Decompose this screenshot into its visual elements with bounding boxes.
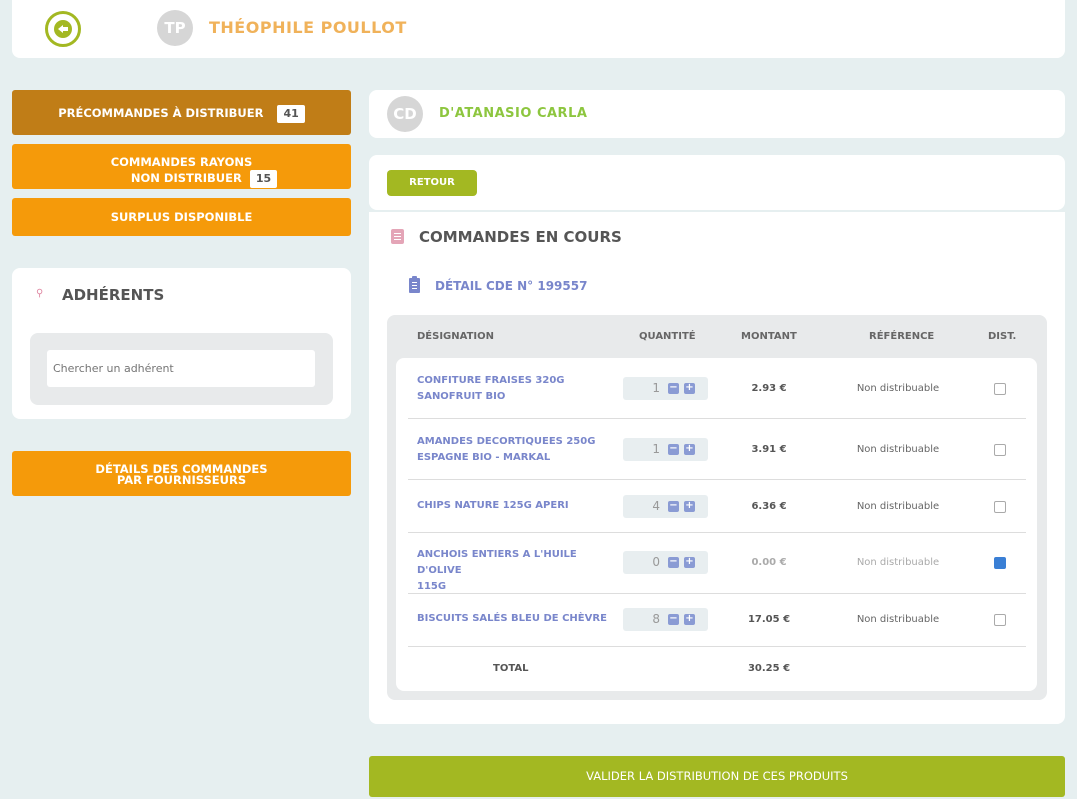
table-row: CONFITURE FRAISES 320G SANOFRUIT BIO 1 − … (408, 358, 1026, 419)
minus-icon[interactable]: − (668, 444, 679, 455)
amount: 2.93 € (751, 383, 787, 394)
quantity-stepper: 1 − + (623, 377, 708, 400)
commandes-rayons-button[interactable]: COMMANDES RAYONS NON DISTRIBUER 15 (12, 144, 351, 189)
retour-button[interactable]: RETOUR (387, 170, 477, 196)
quantity-stepper: 8 − + (623, 608, 708, 631)
rayons-label-line2: NON DISTRIBUER (130, 171, 242, 185)
adherent-search-input[interactable] (47, 350, 315, 387)
surplus-label: SURPLUS DISPONIBLE (110, 210, 253, 224)
amount: 0.00 € (751, 557, 787, 568)
order-table-body: CONFITURE FRAISES 320G SANOFRUIT BIO 1 − … (396, 358, 1037, 691)
product-name[interactable]: AMANDES DECORTIQUEES 250G ESPAGNE BIO - M… (417, 434, 597, 466)
details-line2: PAR FOURNISSEURS (116, 473, 247, 487)
validate-distribution-button[interactable]: VALIDER LA DISTRIBUTION DE CES PRODUITS (369, 756, 1065, 797)
clipboard-icon (409, 276, 420, 293)
row-divider (408, 646, 1026, 647)
table-row: ANCHOIS ENTIERS A L'HUILE D'OLIVE 115G 0 … (408, 533, 1026, 594)
user-avatar: TP (157, 10, 193, 46)
product-name[interactable]: CHIPS NATURE 125G APERI (417, 498, 597, 514)
reference: Non distribuable (856, 383, 940, 394)
table-row: BISCUITS SALÉS BLEU DE CHÈVRE 8 − + 17.0… (408, 594, 1026, 647)
user-name: THÉOPHILE POULLOT (209, 18, 407, 37)
amount: 17.05 € (747, 614, 791, 625)
member-avatar: CD (387, 96, 423, 132)
dist-checkbox[interactable] (994, 501, 1006, 513)
plus-icon[interactable]: + (684, 614, 695, 625)
quantity-value[interactable]: 0 (623, 555, 660, 569)
minus-icon[interactable]: − (668, 557, 679, 568)
quantity-value[interactable]: 1 (623, 442, 660, 456)
rayons-count-badge: 15 (249, 170, 278, 188)
plus-icon[interactable]: + (684, 557, 695, 568)
dist-checkbox[interactable] (994, 383, 1006, 395)
amount: 3.91 € (751, 444, 787, 455)
reference: Non distribuable (856, 444, 940, 455)
document-icon (391, 229, 404, 244)
orders-title: COMMANDES EN COURS (419, 228, 622, 246)
minus-icon[interactable]: − (668, 501, 679, 512)
retour-panel: RETOUR (369, 155, 1065, 210)
reference: Non distribuable (856, 557, 940, 568)
order-table: DÉSIGNATION QUANTITÉ MONTANT RÉFÉRENCE D… (387, 315, 1047, 700)
plus-icon[interactable]: + (684, 444, 695, 455)
column-header-montant: MONTANT (741, 331, 797, 342)
total-value: 30.25 € (747, 663, 791, 674)
total-label: TOTAL (493, 663, 529, 674)
minus-icon[interactable]: − (668, 614, 679, 625)
adherent-search-box (30, 333, 333, 405)
precommandes-count-badge: 41 (277, 105, 305, 123)
reference: Non distribuable (856, 614, 940, 625)
surplus-button[interactable]: SURPLUS DISPONIBLE (12, 198, 351, 236)
quantity-stepper: 1 − + (623, 438, 708, 461)
minus-icon[interactable]: − (668, 383, 679, 394)
column-header-designation: DÉSIGNATION (417, 331, 495, 342)
details-fournisseurs-button[interactable]: DÉTAILS DES COMMANDES PAR FOURNISSEURS (12, 451, 351, 496)
plus-icon[interactable]: + (684, 383, 695, 394)
table-row: AMANDES DECORTIQUEES 250G ESPAGNE BIO - M… (408, 419, 1026, 480)
precommandes-label: PRÉCOMMANDES À DISTRIBUER (58, 106, 264, 120)
search-icon: ⚲ (36, 288, 44, 299)
back-arrow-icon[interactable] (45, 11, 81, 47)
rayons-label-line1: COMMANDES RAYONS (110, 155, 253, 169)
order-detail-title: DÉTAIL CDE N° 199557 (435, 279, 588, 293)
reference: Non distribuable (856, 501, 940, 512)
dist-checkbox-checked[interactable] (994, 557, 1006, 569)
plus-icon[interactable]: + (684, 501, 695, 512)
quantity-stepper: 0 − + (623, 551, 708, 574)
dist-checkbox[interactable] (994, 444, 1006, 456)
column-header-dist: DIST. (988, 331, 1017, 342)
product-name[interactable]: BISCUITS SALÉS BLEU DE CHÈVRE (417, 611, 617, 627)
quantity-value[interactable]: 8 (623, 612, 660, 626)
quantity-stepper: 4 − + (623, 495, 708, 518)
member-card: CD D'ATANASIO CARLA (369, 90, 1065, 138)
precommandes-button[interactable]: PRÉCOMMANDES À DISTRIBUER 41 (12, 90, 351, 135)
product-name[interactable]: ANCHOIS ENTIERS A L'HUILE D'OLIVE 115G (417, 547, 617, 595)
column-header-reference: RÉFÉRENCE (869, 331, 935, 342)
member-name: D'ATANASIO CARLA (439, 106, 588, 121)
top-header: TP THÉOPHILE POULLOT (12, 0, 1065, 58)
dist-checkbox[interactable] (994, 614, 1006, 626)
adherents-title: ADHÉRENTS (62, 286, 165, 304)
adherents-panel: ⚲ ADHÉRENTS (12, 268, 351, 419)
table-row: CHIPS NATURE 125G APERI 4 − + 6.36 € Non… (408, 480, 1026, 533)
quantity-value[interactable]: 1 (623, 381, 660, 395)
amount: 6.36 € (751, 501, 787, 512)
column-header-quantite: QUANTITÉ (639, 331, 696, 342)
quantity-value[interactable]: 4 (623, 499, 660, 513)
orders-panel: COMMANDES EN COURS DÉTAIL CDE N° 199557 … (369, 212, 1065, 724)
product-name[interactable]: CONFITURE FRAISES 320G SANOFRUIT BIO (417, 373, 597, 405)
